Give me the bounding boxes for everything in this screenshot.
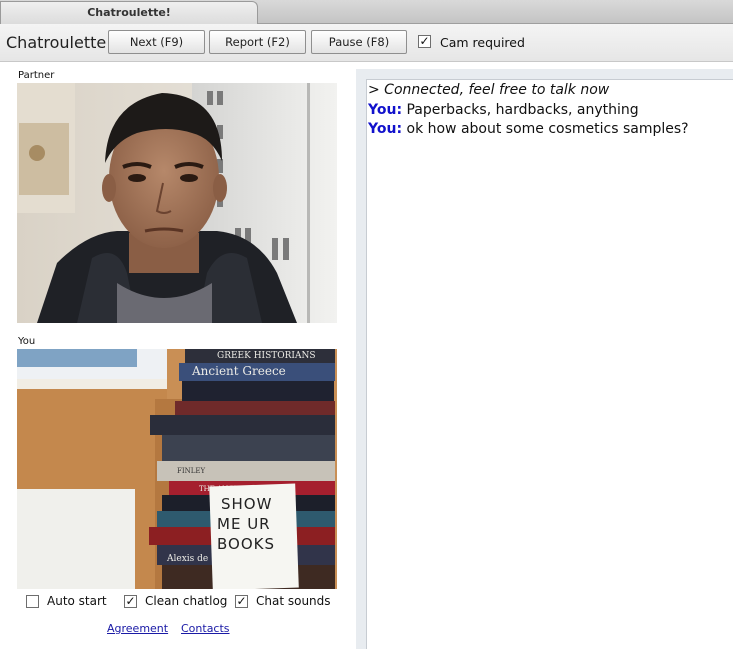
- tab-bar: Chatroulette!: [0, 0, 733, 24]
- sign-line-2: ME UR: [217, 515, 271, 533]
- report-button[interactable]: Report (F2): [209, 30, 306, 54]
- clean-chatlog-checkbox[interactable]: ✓: [124, 595, 137, 608]
- chat-speaker: You:: [368, 101, 403, 118]
- chat-message-text: ok how about some cosmetics samples?: [402, 121, 689, 137]
- book-title-alexis: Alexis de: [166, 554, 208, 564]
- cam-required-label: Cam required: [440, 35, 525, 50]
- chat-message: You: Paperbacks, hardbacks, anything: [368, 101, 689, 121]
- system-message: > Connected, feel free to talk now: [368, 82, 610, 98]
- book-title-finley: FINLEY: [177, 467, 206, 475]
- book-title-greek-historians: GREEK HISTORIANS: [217, 351, 316, 361]
- handwritten-sign: SHOW ME UR BOOKS: [209, 483, 299, 589]
- pause-button[interactable]: Pause (F8): [311, 30, 407, 54]
- chat-sounds-label: Chat sounds: [256, 594, 331, 608]
- partner-label: Partner: [18, 70, 55, 81]
- partner-video-frame: [17, 83, 337, 323]
- sign-line-3: BOOKS: [217, 535, 275, 553]
- chat-log[interactable]: > Connected, feel free to talk now You: …: [356, 69, 733, 649]
- auto-start-checkbox[interactable]: [26, 595, 39, 608]
- sign-line-1: SHOW: [221, 495, 272, 513]
- book-title-ancient-greece: Ancient Greece: [191, 364, 286, 378]
- chat-sounds-checkbox[interactable]: ✓: [235, 595, 248, 608]
- agreement-link[interactable]: Agreement: [107, 622, 168, 635]
- partner-video: [17, 83, 337, 323]
- self-video: GREEK HISTORIANS Ancient Greece THE ANCI…: [17, 349, 337, 589]
- next-button[interactable]: Next (F9): [108, 30, 205, 54]
- self-video-frame: GREEK HISTORIANS Ancient Greece THE ANCI…: [17, 349, 337, 589]
- you-label: You: [18, 336, 36, 347]
- tab-chatroulette[interactable]: Chatroulette!: [0, 1, 258, 24]
- chat-message: You: ok how about some cosmetics samples…: [368, 120, 689, 140]
- clean-chatlog-label: Clean chatlog: [145, 594, 228, 608]
- toolbar: Chatroulette Next (F9) Report (F2) Pause…: [0, 24, 733, 62]
- app-title: Chatroulette: [6, 33, 107, 52]
- chat-message-text: Paperbacks, hardbacks, anything: [402, 101, 639, 118]
- auto-start-label: Auto start: [47, 594, 107, 608]
- contacts-link[interactable]: Contacts: [181, 622, 230, 635]
- chat-speaker: You:: [368, 121, 403, 137]
- cam-required-checkbox[interactable]: ✓: [418, 35, 431, 48]
